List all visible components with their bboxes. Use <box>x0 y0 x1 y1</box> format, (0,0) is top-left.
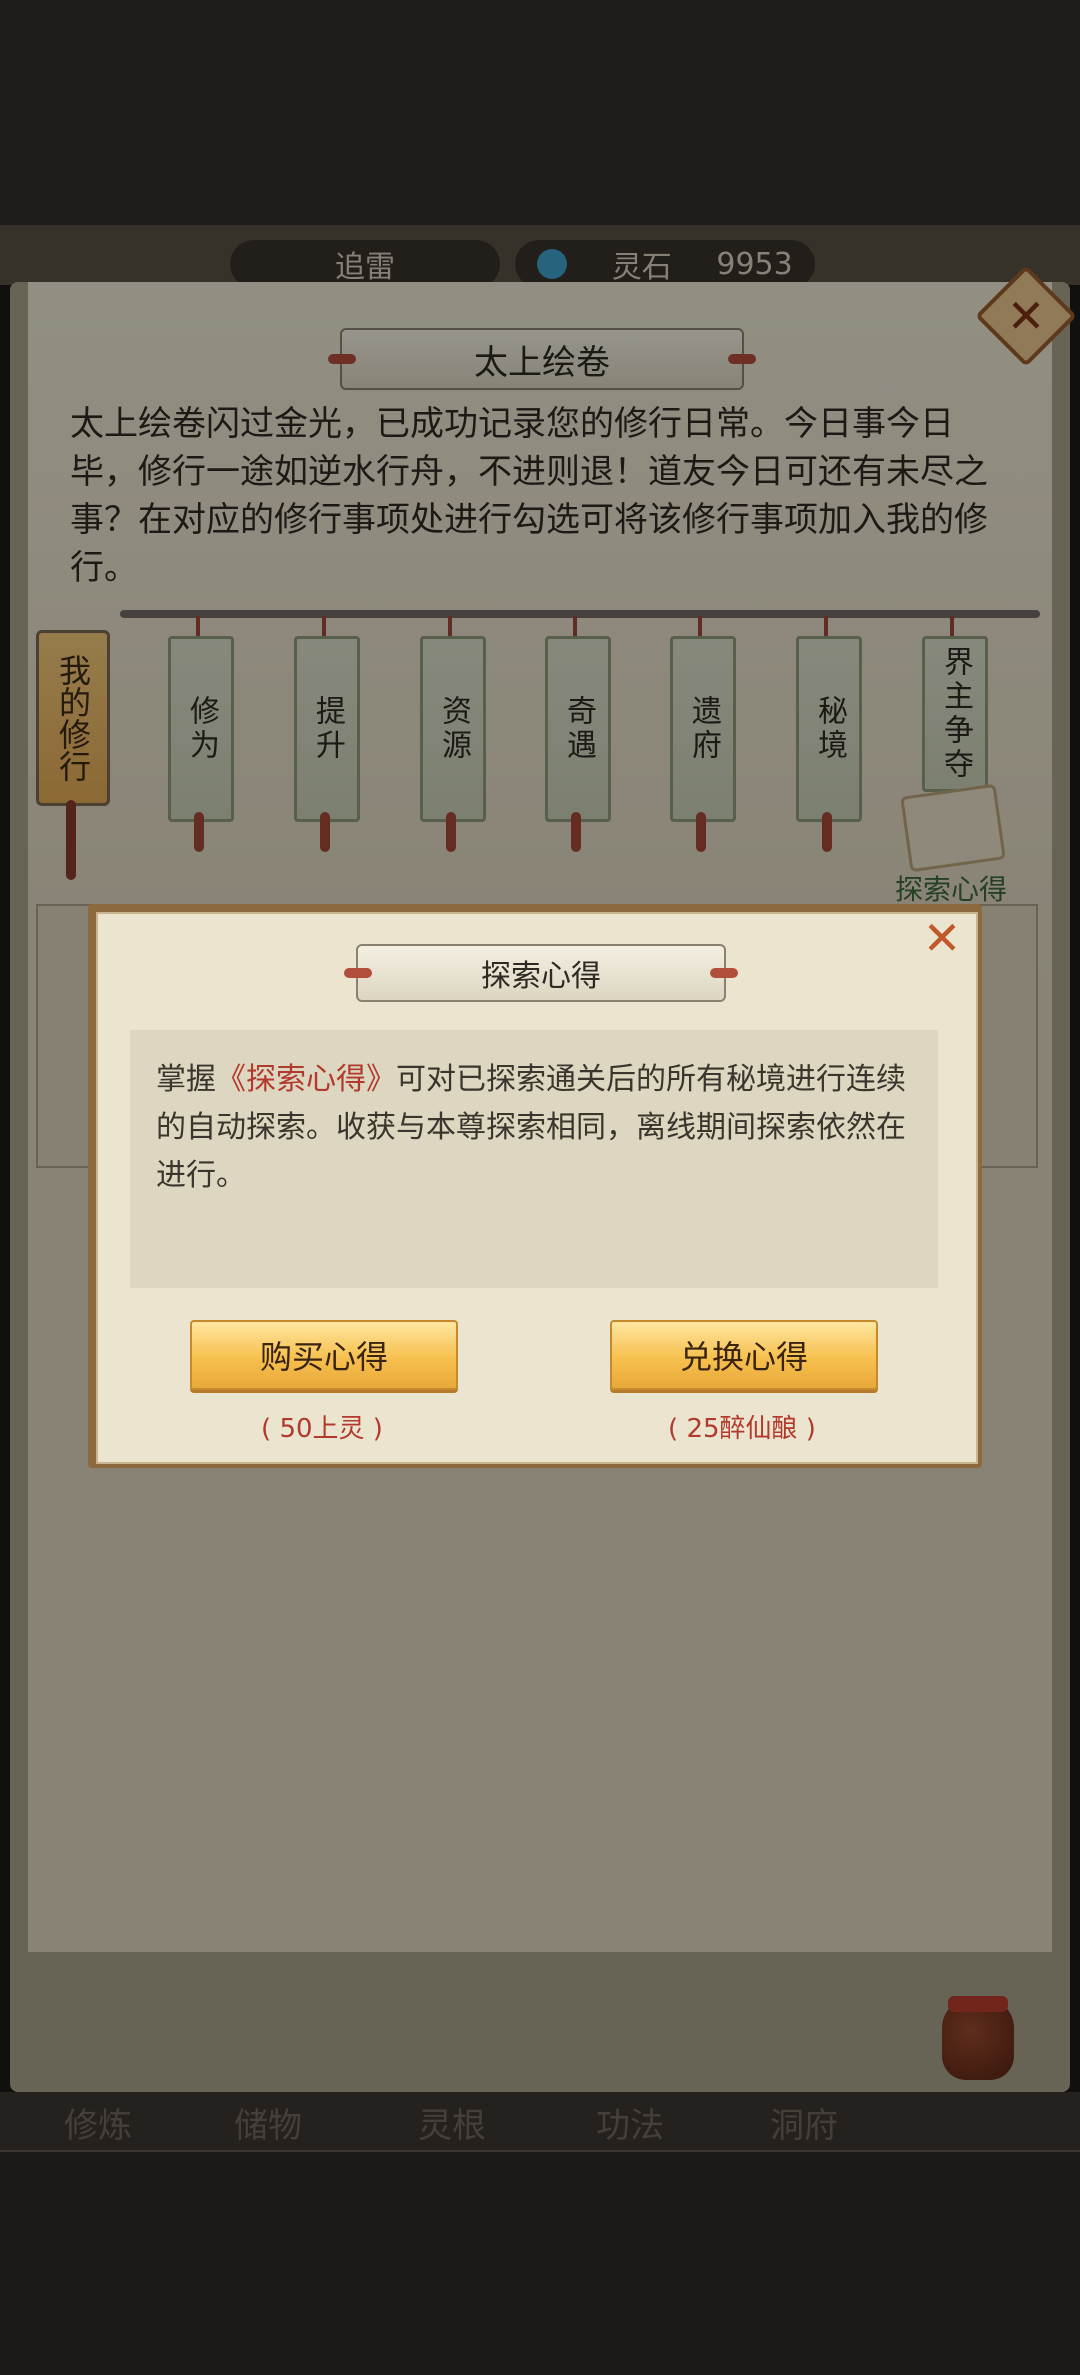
modal-description: 掌握《探索心得》可对已探索通关后的所有秘境进行连续的自动探索。收获与本尊探索相同… <box>156 1056 916 1200</box>
plaque-knob-right <box>710 968 738 978</box>
buy-insight-button[interactable]: 购买心得 <box>190 1320 458 1390</box>
plaque-knob-left <box>344 968 372 978</box>
description-highlight: 《探索心得》 <box>216 1062 396 1097</box>
modal-close-button[interactable]: ✕ <box>918 911 966 965</box>
buy-cost: ( 50上灵 ) <box>261 1414 383 1444</box>
exchange-cost: ( 25醉仙酿 ) <box>668 1414 816 1444</box>
modal-title-plaque: 探索心得 <box>344 944 738 1002</box>
top-dark-area <box>0 0 1080 225</box>
close-icon: ✕ <box>922 911 962 965</box>
description-prefix: 掌握 <box>156 1062 216 1097</box>
buy-insight-label: 购买心得 <box>259 1338 388 1376</box>
exchange-insight-label: 兑换心得 <box>679 1338 808 1376</box>
exchange-insight-button[interactable]: 兑换心得 <box>610 1320 878 1390</box>
modal-title: 探索心得 <box>481 959 601 994</box>
